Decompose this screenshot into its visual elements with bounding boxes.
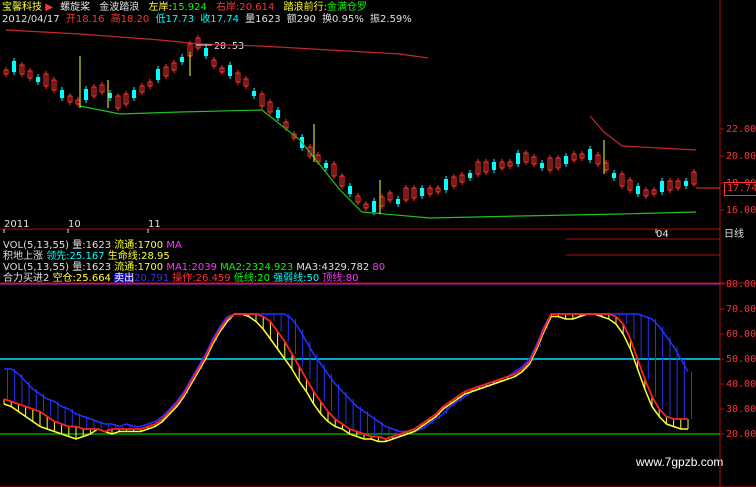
candle-body	[636, 186, 640, 194]
candle-body	[612, 173, 616, 178]
candle-body	[372, 201, 376, 212]
candle-body	[228, 65, 232, 76]
candle-body	[492, 162, 496, 170]
candle-body	[252, 91, 256, 96]
ma-line-red	[5, 29, 429, 59]
candle-body	[660, 181, 664, 192]
candle-body	[12, 61, 16, 72]
ma-line-red	[589, 115, 697, 151]
candle-body	[60, 90, 64, 98]
candle-body	[204, 48, 208, 56]
candle-body	[132, 90, 136, 98]
candle-body	[684, 181, 688, 186]
candle-body	[36, 77, 40, 82]
chart-canvas[interactable]	[0, 0, 756, 487]
candle-body	[516, 153, 520, 164]
candle-body	[84, 89, 88, 100]
candle-body	[348, 186, 352, 194]
candle-body	[540, 163, 544, 168]
candle-body	[564, 156, 568, 164]
candle-body	[588, 149, 592, 160]
candle-body	[396, 199, 400, 204]
candle-body	[108, 93, 112, 98]
candle-body	[276, 110, 280, 118]
candle-body	[180, 57, 184, 62]
candle-body	[156, 69, 160, 80]
candle-body	[468, 173, 472, 178]
candle-body	[324, 163, 328, 168]
candle-body	[420, 188, 424, 196]
candle-body	[444, 179, 448, 190]
